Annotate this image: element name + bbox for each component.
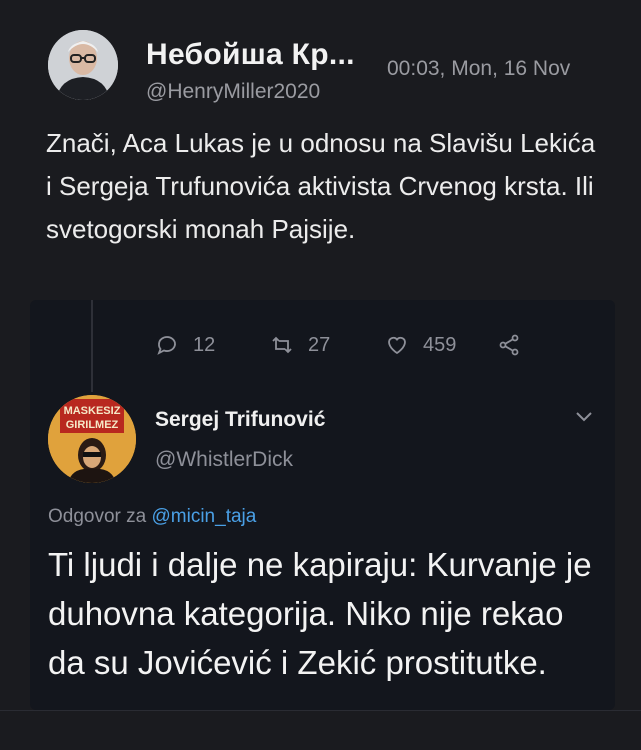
like-icon [388, 336, 406, 355]
author-name[interactable]: Небойша Кр... [146, 38, 355, 72]
retweet-count: 27 [308, 333, 331, 356]
reply-mention-link[interactable]: @micin_taja [152, 506, 257, 527]
footer-bar [0, 711, 641, 750]
tweet-header: Небойша Кр... 00:03, Mon, 16 Nov @HenryM… [48, 30, 628, 110]
quoted-author-name[interactable]: Sergej Trifunović [155, 408, 325, 432]
avatar[interactable] [48, 30, 118, 100]
thread-connector [91, 300, 93, 392]
reply-icon [157, 336, 176, 355]
avatar-logo-text-2: GIRILMEZ [66, 419, 119, 431]
retweet-button[interactable]: 27 [270, 333, 330, 357]
author-handle[interactable]: @HenryMiller2020 [146, 80, 320, 104]
tweet-timestamp[interactable]: 00:03, Mon, 16 Nov [387, 57, 570, 81]
avatar-logo-text-1: MASKESIZ [64, 405, 121, 417]
like-button[interactable]: 459 [385, 333, 456, 357]
quoted-tweet-text: Ti ljudi i dalje ne kapiraju: Kurvanje j… [48, 546, 592, 681]
quoted-avatar-image: MASKESIZ GIRILMEZ [48, 395, 136, 483]
tweet-actions: 12 27 459 [155, 330, 555, 360]
tweet-text: Znači, Aca Lukas je u odnosu na Slavišu … [46, 128, 596, 244]
like-count: 459 [423, 333, 457, 356]
share-button[interactable] [497, 333, 521, 357]
chevron-down-icon[interactable] [574, 408, 594, 426]
retweet-icon [272, 336, 292, 354]
quoted-author-handle[interactable]: @WhistlerDick [155, 448, 293, 472]
reply-context: Odgovor za @micin_taja [48, 506, 256, 528]
share-icon [499, 334, 519, 356]
reply-count: 12 [193, 333, 216, 356]
tweet-screenshot: Небойша Кр... 00:03, Mon, 16 Nov @HenryM… [0, 0, 641, 750]
quoted-avatar[interactable]: MASKESIZ GIRILMEZ [48, 395, 136, 483]
reply-button[interactable]: 12 [155, 333, 215, 357]
reply-prefix: Odgovor za [48, 506, 152, 527]
avatar-image [48, 30, 118, 100]
